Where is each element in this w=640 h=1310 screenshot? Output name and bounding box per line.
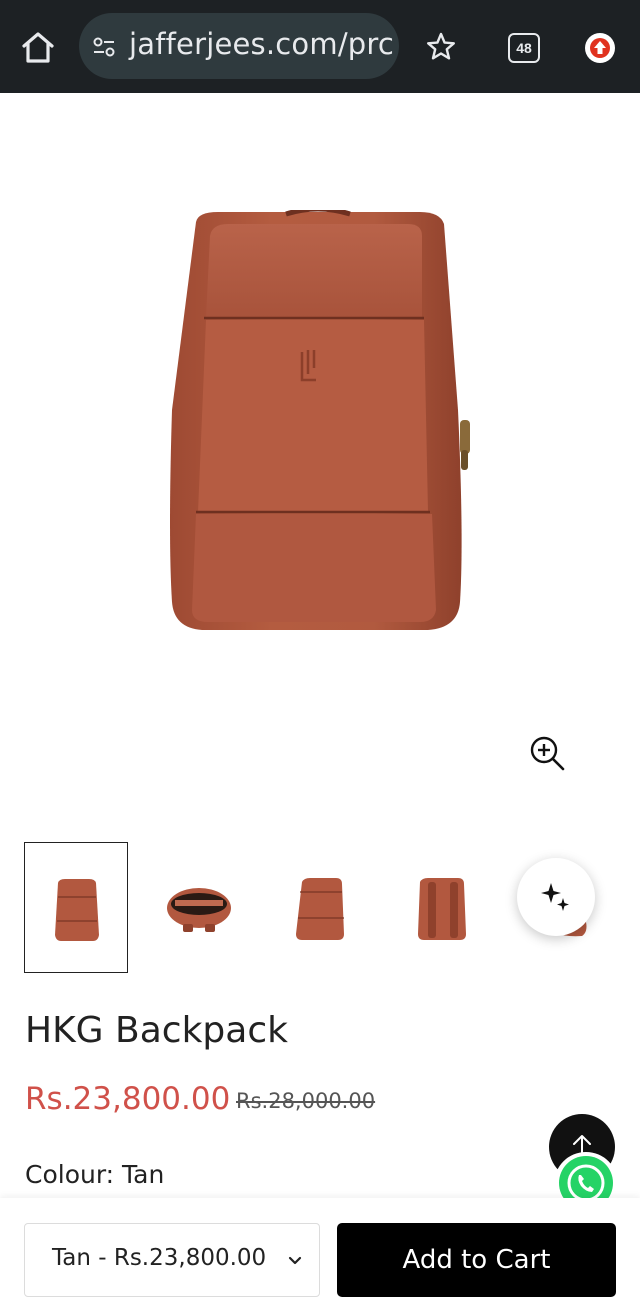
thumbnail-top-open[interactable] xyxy=(149,842,253,973)
ai-assistant-button[interactable] xyxy=(517,858,595,936)
sale-price: Rs.23,800.00 xyxy=(25,1081,231,1117)
home-icon[interactable] xyxy=(18,27,58,67)
colour-label: Colour: Tan xyxy=(25,1160,165,1189)
variant-select[interactable]: Tan - Rs.23,800.00 xyxy=(24,1223,320,1297)
variant-select-label: Tan - Rs.23,800.00 xyxy=(52,1245,267,1271)
bookmark-star-icon[interactable] xyxy=(425,31,457,63)
thumbnail-side[interactable] xyxy=(274,842,378,973)
chevron-down-icon xyxy=(288,1256,302,1265)
site-info-icon[interactable] xyxy=(91,34,117,60)
product-main-image[interactable] xyxy=(0,93,640,813)
address-bar[interactable]: jafferjees.com/prc xyxy=(79,13,399,79)
sticky-add-to-cart-bar: Tan - Rs.23,800.00 Add to Cart xyxy=(0,1198,640,1310)
product-title: HKG Backpack xyxy=(25,1010,288,1051)
sparkle-icon xyxy=(541,883,569,911)
add-to-cart-button[interactable]: Add to Cart xyxy=(337,1223,616,1297)
tab-switcher-icon[interactable]: 48 xyxy=(508,33,540,63)
thumbnail-front[interactable] xyxy=(24,842,128,973)
url-text: jafferjees.com/prc xyxy=(129,27,395,61)
browser-toolbar: jafferjees.com/prc 48 xyxy=(0,0,640,93)
compare-price: Rs.28,000.00 xyxy=(236,1089,376,1113)
update-icon[interactable] xyxy=(584,32,616,64)
thumbnail-back[interactable] xyxy=(392,842,496,973)
zoom-in-icon[interactable] xyxy=(528,734,566,772)
backpack-image xyxy=(170,210,470,630)
